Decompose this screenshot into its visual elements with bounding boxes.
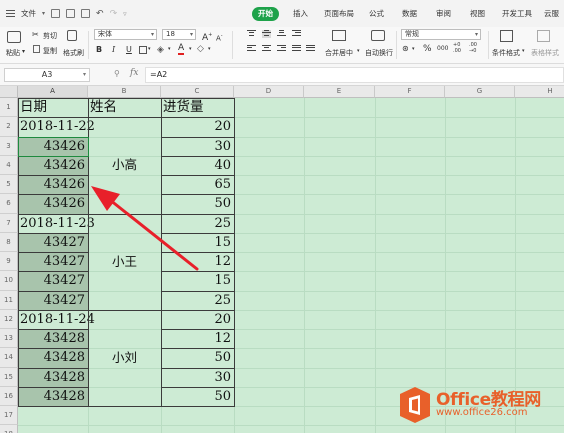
office-logo-icon [400,387,430,423]
spreadsheet-window: 文件 ▾ ↶ ↷ ▿ 开始 插入 页面布局 公式 数据 审阅 视图 开发工具 云… [0,0,564,433]
watermark: Office教程网 www.office26.com [398,385,554,425]
arrow-head [91,186,120,211]
annotation-arrow [91,186,199,271]
watermark-url: www.office26.com [436,407,528,418]
arrow-shaft [103,194,199,271]
